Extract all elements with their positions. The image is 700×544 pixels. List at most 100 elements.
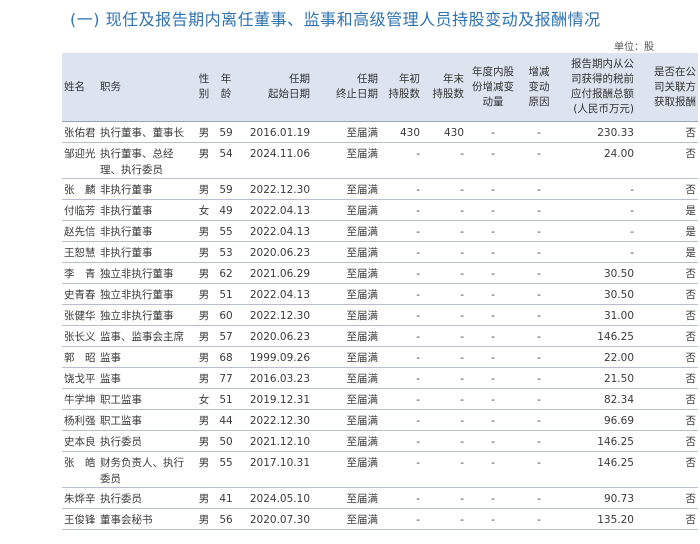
cell-end-shares: - bbox=[422, 325, 466, 347]
cell-pay: 24.00 bbox=[558, 142, 636, 179]
cell-name: 饶戈平 bbox=[62, 367, 98, 389]
table-row: 杨利强 职工监事男 44 2022.12.30 至届满 - - - -96.69 否 bbox=[62, 409, 698, 431]
cell-begin-shares: - bbox=[380, 262, 422, 284]
cell-role: 职工监事 bbox=[98, 409, 194, 431]
cell-related-party: 否 bbox=[636, 262, 698, 284]
cell-end-date: 至届满 bbox=[312, 220, 380, 242]
cell-end-date: 至届满 bbox=[312, 430, 380, 452]
cell-pay: - bbox=[558, 178, 636, 200]
cell-age: 53 bbox=[214, 241, 238, 263]
cell-name: 张 麟 bbox=[62, 178, 98, 200]
table-row: 张 皓财务负责人、执行委员男 55 2017.10.31 至届满 - - - -146.25 否 bbox=[62, 451, 698, 488]
table-header-row: 姓名 职务 性别 年龄 任期 起始日期 任期 终止日期 年初 持股数 年末 持股数 年度… bbox=[62, 53, 698, 122]
cell-name: 史本良 bbox=[62, 430, 98, 452]
cell-end-date: 至届满 bbox=[312, 487, 380, 509]
cell-start-date: 2021.12.10 bbox=[238, 430, 312, 452]
table-row: 史青春 独立非执行董事男 51 2022.04.13 至届满 - - - -30.50 否 bbox=[62, 283, 698, 305]
cell-begin-shares: - bbox=[380, 430, 422, 452]
cell-role: 职工监事 bbox=[98, 388, 194, 410]
cell-share-change: - bbox=[466, 262, 520, 284]
cell-end-date: 至届满 bbox=[312, 262, 380, 284]
cell-end-shares: - bbox=[422, 388, 466, 410]
header-pay: 报告期内从公 司获得的税前 应付报酬总额 (人民币万元) bbox=[558, 53, 636, 122]
cell-change-reason: - bbox=[520, 409, 558, 431]
cell-related-party: 否 bbox=[636, 451, 698, 488]
cell-end-date: 至届满 bbox=[312, 409, 380, 431]
cell-start-date: 2020.07.30 bbox=[238, 508, 312, 530]
cell-start-date: 2017.10.31 bbox=[238, 451, 312, 488]
cell-role: 独立非执行董事 bbox=[98, 304, 194, 326]
cell-related-party: 否 bbox=[636, 487, 698, 509]
table-row: 王俊锋 董事会秘书男 56 2020.07.30 至届满 - - - -135.20 否 bbox=[62, 508, 698, 530]
cell-change-reason: - bbox=[520, 283, 558, 305]
header-name: 姓名 bbox=[62, 53, 98, 122]
table-row: 牛学坤 职工监事女 51 2019.12.31 至届满 - - - -82.34 否 bbox=[62, 388, 698, 410]
cell-role: 非执行董事 bbox=[98, 241, 194, 263]
cell-change-reason: - bbox=[520, 241, 558, 263]
cell-related-party: 否 bbox=[636, 283, 698, 305]
cell-end-date: 至届满 bbox=[312, 325, 380, 347]
cell-name: 王俊锋 bbox=[62, 508, 98, 530]
cell-name: 张健华 bbox=[62, 304, 98, 326]
cell-pay: 22.00 bbox=[558, 346, 636, 368]
cell-related-party: 是 bbox=[636, 199, 698, 221]
table-row: 王恕慧 非执行董事男 53 2020.06.23 至届满 - - - - - 是 bbox=[62, 241, 698, 263]
table-row: 张健华 独立非执行董事男 60 2022.12.30 至届满 - - - -31.00 否 bbox=[62, 304, 698, 326]
cell-begin-shares: 430 bbox=[380, 121, 422, 143]
cell-pay: 30.50 bbox=[558, 283, 636, 305]
cell-end-shares: - bbox=[422, 508, 466, 530]
cell-end-shares: - bbox=[422, 346, 466, 368]
cell-pay: 230.33 bbox=[558, 121, 636, 143]
cell-end-shares: - bbox=[422, 220, 466, 242]
cell-gender: 男 bbox=[194, 367, 214, 389]
cell-related-party: 否 bbox=[636, 142, 698, 179]
cell-begin-shares: - bbox=[380, 409, 422, 431]
cell-related-party: 否 bbox=[636, 430, 698, 452]
cell-age: 59 bbox=[214, 121, 238, 143]
cell-age: 51 bbox=[214, 388, 238, 410]
cell-name: 朱烨辛 bbox=[62, 487, 98, 509]
cell-end-shares: - bbox=[422, 409, 466, 431]
cell-name: 杨利强 bbox=[62, 409, 98, 431]
cell-share-change: - bbox=[466, 283, 520, 305]
table-row: 张佑君 执行董事、董事长男 59 2016.01.19 至届满 430 430- -230.3… bbox=[62, 121, 698, 143]
cell-start-date: 2020.06.23 bbox=[238, 241, 312, 263]
cell-change-reason: - bbox=[520, 388, 558, 410]
cell-age: 60 bbox=[214, 304, 238, 326]
cell-start-date: 2022.04.13 bbox=[238, 283, 312, 305]
cell-age: 55 bbox=[214, 451, 238, 488]
cell-age: 51 bbox=[214, 283, 238, 305]
cell-pay: 30.50 bbox=[558, 262, 636, 284]
cell-role: 非执行董事 bbox=[98, 178, 194, 200]
cell-pay: 21.50 bbox=[558, 367, 636, 389]
cell-end-shares: - bbox=[422, 241, 466, 263]
cell-change-reason: - bbox=[520, 487, 558, 509]
cell-start-date: 2022.12.30 bbox=[238, 178, 312, 200]
cell-change-reason: - bbox=[520, 367, 558, 389]
table-row: 付临芳 非执行董事女 49 2022.04.13 至届满 - - - - - 是 bbox=[62, 199, 698, 221]
cell-gender: 男 bbox=[194, 304, 214, 326]
cell-share-change: - bbox=[466, 451, 520, 488]
header-end-date: 任期 终止日期 bbox=[312, 53, 380, 122]
table-row: 张长义 监事、监事会主席男 57 2020.06.23 至届满 - - - -146.25 否 bbox=[62, 325, 698, 347]
cell-name: 牛学坤 bbox=[62, 388, 98, 410]
cell-name: 李 青 bbox=[62, 262, 98, 284]
cell-end-shares: - bbox=[422, 430, 466, 452]
cell-pay: - bbox=[558, 241, 636, 263]
cell-begin-shares: - bbox=[380, 388, 422, 410]
cell-related-party: 否 bbox=[636, 121, 698, 143]
cell-related-party: 是 bbox=[636, 220, 698, 242]
cell-age: 41 bbox=[214, 487, 238, 509]
cell-end-shares: - bbox=[422, 487, 466, 509]
cell-start-date: 2021.06.29 bbox=[238, 262, 312, 284]
cell-pay: 146.25 bbox=[558, 325, 636, 347]
cell-pay: - bbox=[558, 199, 636, 221]
cell-age: 50 bbox=[214, 430, 238, 452]
cell-gender: 男 bbox=[194, 220, 214, 242]
table-body: 张佑君 执行董事、董事长男 59 2016.01.19 至届满 430 430- -230.3… bbox=[62, 121, 698, 530]
cell-begin-shares: - bbox=[380, 367, 422, 389]
cell-related-party: 否 bbox=[636, 346, 698, 368]
cell-begin-shares: - bbox=[380, 283, 422, 305]
cell-role: 财务负责人、执行委员 bbox=[98, 451, 194, 488]
cell-begin-shares: - bbox=[380, 220, 422, 242]
